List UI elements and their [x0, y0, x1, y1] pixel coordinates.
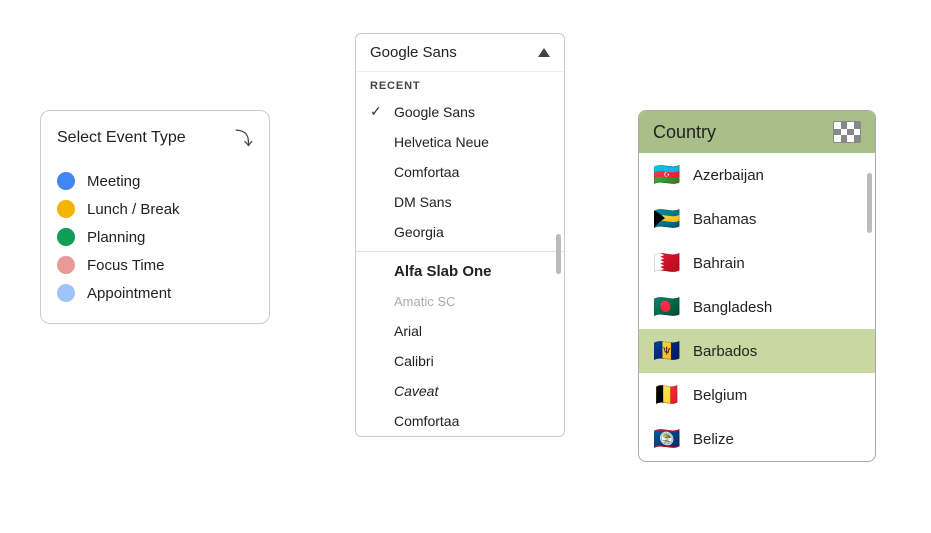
font-label: Georgia [394, 224, 444, 240]
checker-cell [854, 135, 861, 142]
country-flag: 🇧🇩 [653, 294, 681, 320]
event-item[interactable]: Planning [57, 223, 253, 251]
font-dropdown-header[interactable]: Google Sans [356, 34, 564, 72]
event-label: Focus Time [87, 257, 165, 274]
font-label: Calibri [394, 353, 434, 369]
country-items-list: 🇦🇿 Azerbaijan 🇧🇸 Bahamas 🇧🇭 Bahrain 🇧🇩 B… [639, 153, 875, 461]
chevron-down-icon: ⤵ [235, 125, 253, 151]
font-label: Caveat [394, 383, 438, 399]
font-label: Alfa Slab One [394, 263, 492, 280]
font-recent-item[interactable]: Georgia [356, 217, 564, 247]
font-label: DM Sans [394, 194, 452, 210]
font-other-item[interactable]: Caveat [356, 376, 564, 406]
event-label: Planning [87, 229, 145, 246]
font-recent-item[interactable]: Helvetica Neue [356, 127, 564, 157]
font-other-item[interactable]: Calibri [356, 346, 564, 376]
event-label: Appointment [87, 285, 171, 302]
country-list-wrapper: 🇦🇿 Azerbaijan 🇧🇸 Bahamas 🇧🇭 Bahrain 🇧🇩 B… [639, 153, 875, 461]
checker-cell [854, 129, 861, 136]
font-label: Helvetica Neue [394, 134, 489, 150]
country-flag: 🇧🇪 [653, 382, 681, 408]
country-panel: Country 🇦🇿 Azerbaijan 🇧🇸 Bahamas 🇧🇭 Bahr… [638, 110, 876, 462]
event-item[interactable]: Appointment [57, 279, 253, 307]
font-check-icon: ✓ [370, 103, 386, 120]
font-scrollbar[interactable] [556, 234, 561, 274]
other-fonts-list: Alfa Slab One Amatic SC Arial Calibri Ca… [356, 256, 564, 436]
country-name: Barbados [693, 343, 757, 360]
event-color-dot [57, 200, 75, 218]
country-flag: 🇧🇿 [653, 426, 681, 452]
font-recent-item[interactable]: ✓ Google Sans [356, 96, 564, 127]
country-item[interactable]: 🇧🇧 Barbados [639, 329, 875, 373]
font-recent-item[interactable]: Comfortaa [356, 157, 564, 187]
event-color-dot [57, 256, 75, 274]
country-item[interactable]: 🇦🇿 Azerbaijan [639, 153, 875, 197]
font-label: Google Sans [394, 104, 475, 120]
font-dropdown-panel: Google Sans RECENT ✓ Google Sans Helveti… [355, 33, 565, 437]
country-flag: 🇦🇿 [653, 162, 681, 188]
event-item[interactable]: Meeting [57, 167, 253, 195]
triangle-up-icon [538, 48, 550, 57]
event-type-header[interactable]: Select Event Type ⤵ [57, 125, 253, 151]
country-header: Country [639, 111, 875, 153]
font-other-item[interactable]: Arial [356, 316, 564, 346]
font-label: Amatic SC [394, 294, 455, 309]
country-name: Azerbaijan [693, 167, 764, 184]
country-flag: 🇧🇧 [653, 338, 681, 364]
country-scrollbar[interactable] [867, 173, 872, 233]
font-label: Comfortaa [394, 413, 459, 429]
font-label: Comfortaa [394, 164, 459, 180]
checker-cell [854, 122, 861, 129]
event-item[interactable]: Focus Time [57, 251, 253, 279]
country-item[interactable]: 🇧🇿 Belize [639, 417, 875, 461]
event-items-list: Meeting Lunch / Break Planning Focus Tim… [57, 167, 253, 307]
font-section-recent-label: RECENT [356, 72, 564, 96]
country-item[interactable]: 🇧🇭 Bahrain [639, 241, 875, 285]
font-list-container: RECENT ✓ Google Sans Helvetica Neue Comf… [356, 72, 564, 436]
country-name: Bangladesh [693, 299, 772, 316]
event-color-dot [57, 284, 75, 302]
event-label: Lunch / Break [87, 201, 180, 218]
country-flag: 🇧🇭 [653, 250, 681, 276]
event-type-panel: Select Event Type ⤵ Meeting Lunch / Brea… [40, 110, 270, 324]
country-title: Country [653, 122, 716, 143]
event-color-dot [57, 228, 75, 246]
event-color-dot [57, 172, 75, 190]
recent-fonts-list: ✓ Google Sans Helvetica Neue Comfortaa D… [356, 96, 564, 247]
font-selected-label: Google Sans [370, 44, 457, 61]
country-flag: 🇧🇸 [653, 206, 681, 232]
country-name: Belize [693, 431, 734, 448]
country-name: Bahrain [693, 255, 745, 272]
event-item[interactable]: Lunch / Break [57, 195, 253, 223]
font-other-item[interactable]: Amatic SC [356, 287, 564, 316]
font-divider [356, 251, 564, 252]
font-other-item[interactable]: Comfortaa [356, 406, 564, 436]
font-label: Arial [394, 323, 422, 339]
checkerboard-icon [833, 121, 861, 143]
country-name: Bahamas [693, 211, 756, 228]
country-name: Belgium [693, 387, 747, 404]
country-item[interactable]: 🇧🇪 Belgium [639, 373, 875, 417]
country-item[interactable]: 🇧🇩 Bangladesh [639, 285, 875, 329]
event-type-title: Select Event Type [57, 129, 186, 147]
country-item[interactable]: 🇧🇸 Bahamas [639, 197, 875, 241]
font-recent-item[interactable]: DM Sans [356, 187, 564, 217]
event-label: Meeting [87, 173, 140, 190]
font-other-item[interactable]: Alfa Slab One [356, 256, 564, 287]
